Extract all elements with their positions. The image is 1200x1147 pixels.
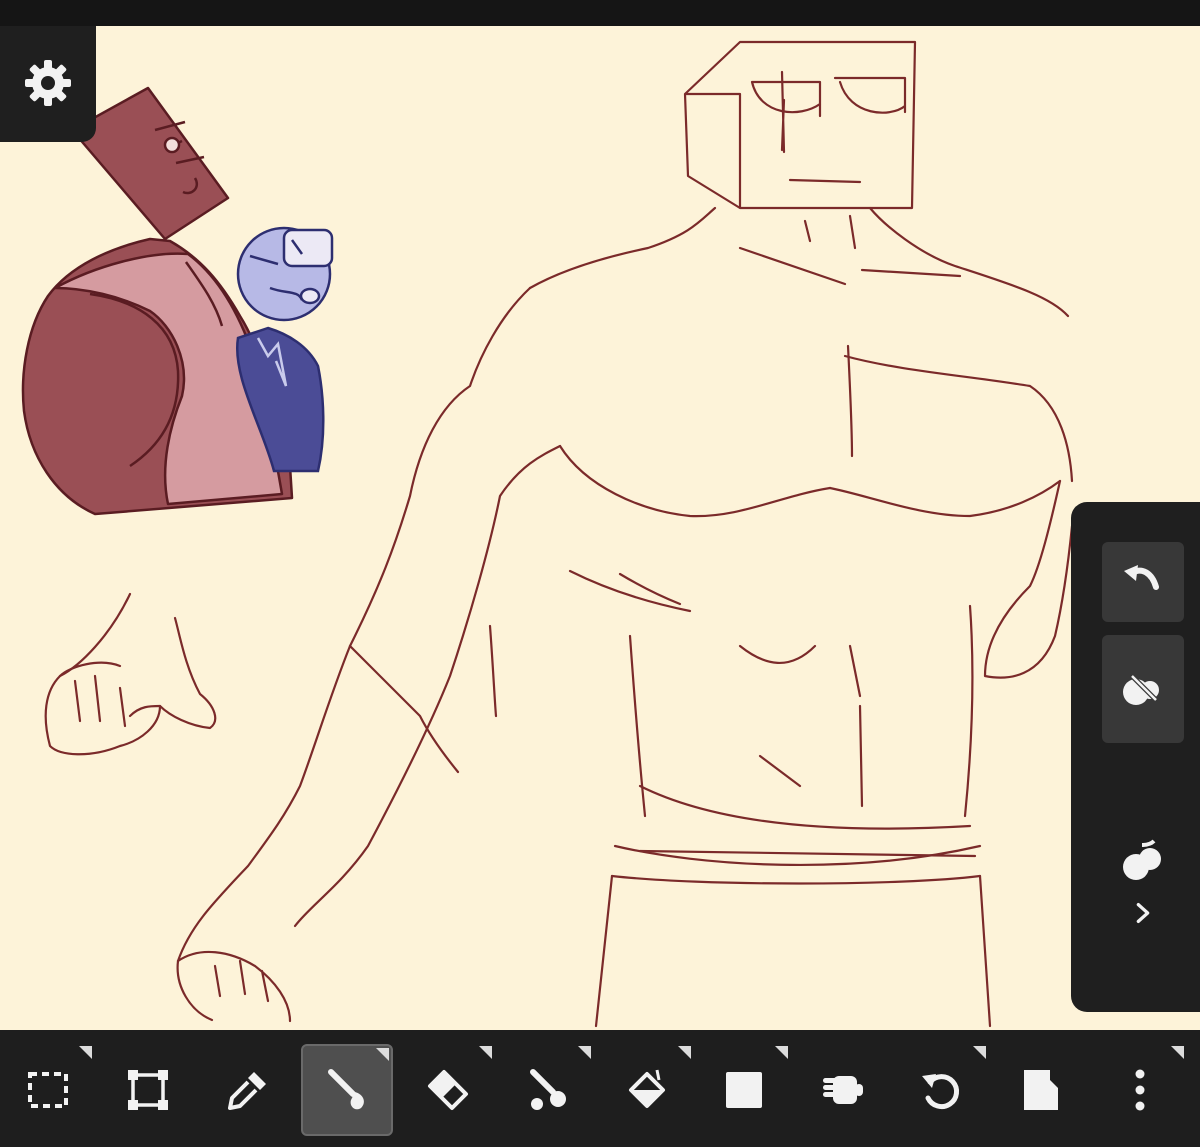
tool-eyedropper[interactable] — [202, 1044, 294, 1136]
tool-more[interactable] — [1094, 1044, 1186, 1136]
tool-options-indicator — [578, 1046, 591, 1059]
eraser-icon — [428, 1070, 468, 1110]
square-shape-icon — [726, 1072, 762, 1108]
brush-icon — [328, 1069, 364, 1110]
tool-options-indicator — [479, 1046, 492, 1059]
gear-icon — [25, 60, 71, 106]
chevron-right-icon — [1136, 902, 1150, 924]
dashed-rect-select-icon — [28, 1072, 68, 1108]
tool-options-indicator — [973, 1046, 986, 1059]
bottom-toolbar — [0, 1030, 1200, 1147]
kebab-menu-icon — [1135, 1069, 1145, 1111]
layers-icon — [1024, 1070, 1058, 1110]
tool-options-indicator — [376, 1048, 389, 1061]
undo-button[interactable] — [1102, 542, 1184, 622]
tool-hand[interactable] — [797, 1044, 889, 1136]
settings-button[interactable] — [0, 26, 96, 142]
tool-fill[interactable] — [601, 1044, 693, 1136]
rotate-icon — [922, 1074, 959, 1110]
tool-options-indicator — [678, 1046, 691, 1059]
expand-colors-button[interactable] — [1102, 837, 1184, 952]
tool-transform[interactable] — [102, 1044, 194, 1136]
drawing-canvas[interactable] — [0, 26, 1200, 1030]
transform-icon — [128, 1070, 168, 1110]
brush-color-icon — [1123, 671, 1161, 705]
smudge-icon — [530, 1069, 566, 1110]
undo-arrow-icon — [1124, 565, 1159, 590]
tool-shape[interactable] — [698, 1044, 790, 1136]
top-status-bar — [0, 0, 1200, 26]
tool-layers[interactable] — [994, 1044, 1086, 1136]
tool-brush[interactable] — [301, 1044, 393, 1136]
tool-eraser[interactable] — [402, 1044, 494, 1136]
hand-icon — [823, 1076, 863, 1104]
tool-smudge[interactable] — [501, 1044, 593, 1136]
tool-options-indicator — [1171, 1046, 1184, 1059]
sketch-artwork — [21, 40, 1074, 1028]
tool-rotate[interactable] — [896, 1044, 988, 1136]
tool-options-indicator — [79, 1046, 92, 1059]
brush-color-button[interactable] — [1102, 635, 1184, 743]
eyedropper-icon — [228, 1072, 266, 1110]
tool-options-indicator — [775, 1046, 788, 1059]
fill-bucket-icon — [629, 1069, 665, 1108]
color-drops-icon — [1123, 839, 1161, 880]
quick-access-panel — [1071, 502, 1200, 1012]
tool-selection[interactable] — [2, 1044, 94, 1136]
